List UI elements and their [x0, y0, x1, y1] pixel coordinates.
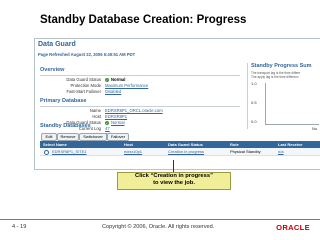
check-icon: ✓	[105, 77, 109, 82]
apply-lag-note: The apply lag is the time differenc	[251, 75, 299, 79]
standby-name-link[interactable]: EDRSR8P1_SITE1	[52, 148, 86, 155]
overview-heading: Overview	[40, 67, 65, 73]
data-guard-screenshot: Data Guard Page Refreshed August 22, 200…	[34, 38, 320, 170]
y-tick-1: 1.0	[251, 81, 257, 86]
col-role: Role	[230, 142, 239, 147]
fsfo-link[interactable]: Disabled	[105, 89, 121, 94]
remove-button[interactable]: Remove	[57, 133, 79, 141]
refresh-timestamp: Page Refreshed August 22, 2006 6:49:51 A…	[38, 52, 136, 57]
primary-heading: Primary Database	[40, 98, 87, 104]
callout-pointer	[173, 160, 174, 172]
last-receive-link[interactable]: n/a	[278, 148, 284, 155]
dg-status-value: Normal	[111, 77, 126, 82]
primary-divider	[40, 106, 240, 107]
fsfo-label: Fast-Start Failover	[66, 89, 101, 94]
edit-button[interactable]: Edit	[41, 133, 57, 141]
primary-host-link[interactable]: EDRSR8P1	[105, 114, 127, 119]
copyright: Copyright © 2006, Oracle. All rights res…	[102, 224, 215, 230]
x-axis	[265, 124, 319, 125]
creation-in-progress-link[interactable]: Creation in progress	[168, 148, 204, 155]
row-select-radio[interactable]	[44, 149, 49, 155]
progress-heading: Standby Progress Sum	[251, 63, 312, 69]
standby-table-header: Select Name Host Data Guard Status Role …	[40, 141, 320, 148]
primary-name-link[interactable]: EDRSR8P1_ORCL.oracle.com	[105, 108, 163, 113]
callout-box: Click “Creation in progress” to view the…	[117, 172, 231, 190]
standby-heading: Standby Databases	[40, 123, 91, 129]
footer-divider	[0, 219, 320, 220]
standby-host-link[interactable]: edrsr10p1	[124, 148, 142, 155]
primary-name-label: Name	[89, 108, 101, 113]
page-number: 4 - 19	[12, 224, 27, 230]
y-axis	[265, 83, 266, 125]
col-last-receive: Last Receive	[278, 142, 303, 147]
x-axis-label: No	[312, 126, 318, 131]
table-row: EDRSR8P1_SITE1 edrsr10p1 Creation in pro…	[40, 148, 320, 156]
y-tick-3: 0.0	[251, 119, 257, 124]
current-log-link[interactable]: 47	[105, 126, 110, 131]
page-title: Data Guard	[38, 41, 76, 48]
failover-button[interactable]: Failover	[107, 133, 129, 141]
standby-role: Physical Standby	[230, 149, 261, 154]
standby-progress-panel: Standby Progress Sum The transport lag i…	[247, 63, 320, 131]
callout-line-2: to view the job.	[153, 180, 195, 187]
protection-mode-link[interactable]: Maximum Performance	[105, 83, 148, 88]
protection-mode-label: Protection Mode	[70, 83, 102, 88]
col-status: Data Guard Status	[168, 142, 203, 147]
col-host: Host	[124, 142, 133, 147]
dg-status-label: Data Guard Status	[66, 77, 101, 82]
slide-title: Standby Database Creation: Progress	[40, 14, 247, 26]
callout-line-1: Click “Creation in progress”	[135, 173, 213, 179]
overview-divider	[40, 75, 240, 76]
switchover-button[interactable]: Switchover	[79, 133, 107, 141]
primary-host-label: Host	[92, 114, 101, 119]
oracle-logo: ORACLE	[276, 223, 310, 232]
primary-status-link[interactable]: Normal	[111, 120, 125, 125]
check-icon: ✓	[105, 120, 109, 125]
y-tick-2: 0.5	[251, 100, 257, 105]
col-select-name: Select Name	[43, 142, 67, 147]
